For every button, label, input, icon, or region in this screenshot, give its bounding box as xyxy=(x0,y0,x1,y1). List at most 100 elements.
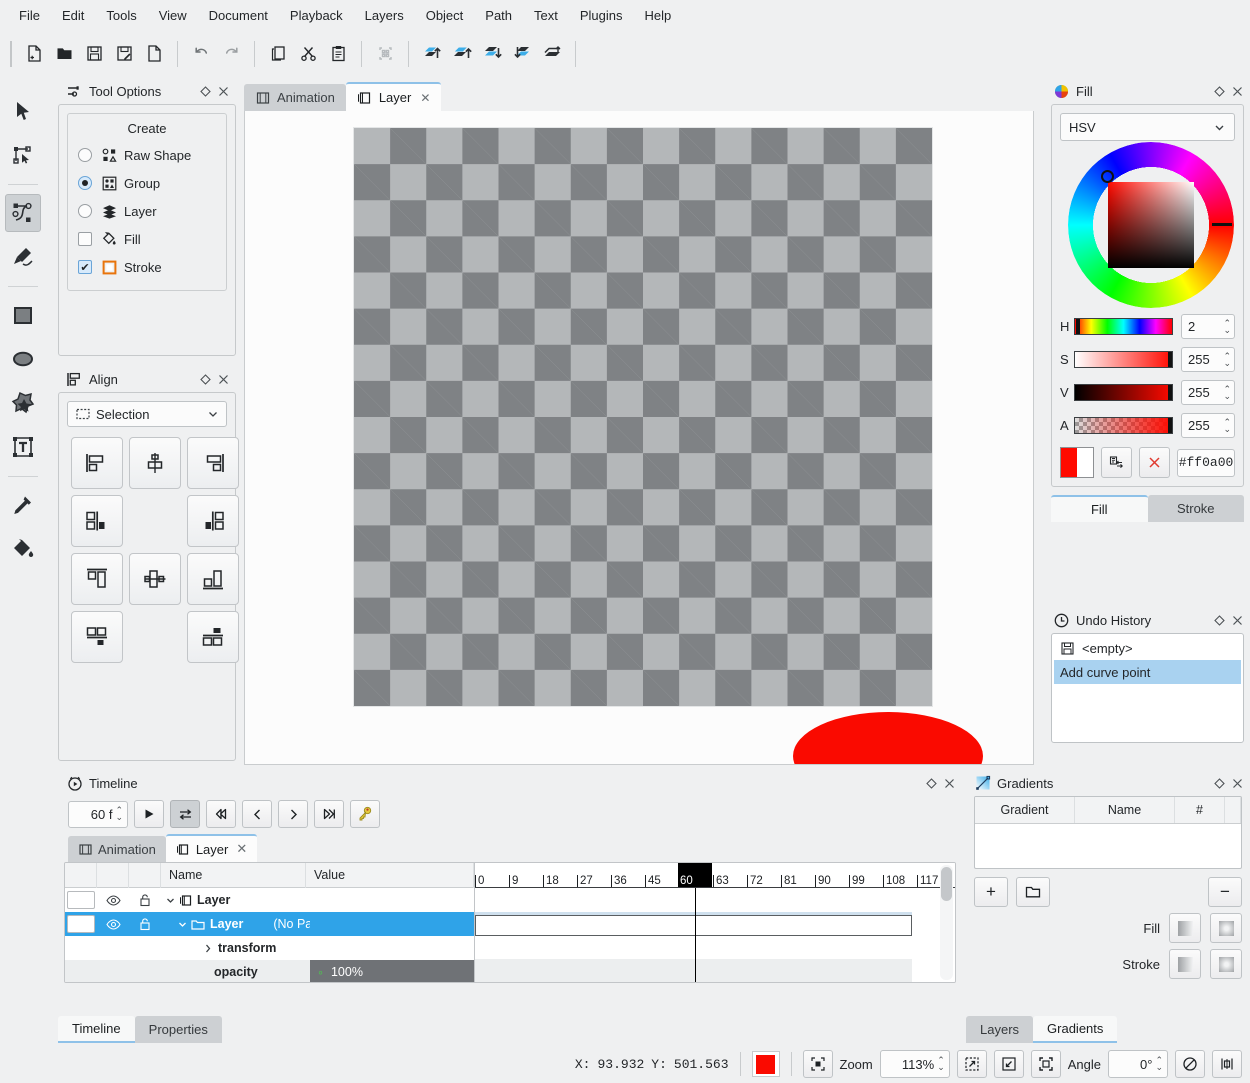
alpha-slider-knob[interactable] xyxy=(1168,418,1172,433)
saturation-slider-knob[interactable] xyxy=(1168,352,1172,367)
hue-spinbox[interactable]: 2 ⌃ ⌄ xyxy=(1181,314,1235,339)
align-top-edges-button[interactable] xyxy=(71,553,123,605)
pen-tool[interactable] xyxy=(5,194,41,232)
close-icon[interactable] xyxy=(214,82,232,100)
align-left-edges-button[interactable] xyxy=(71,437,123,489)
timeline-ruler[interactable]: 0 9 18 27 36 45 60 63 72 81 90 99 108 11… xyxy=(475,863,955,888)
save-button[interactable] xyxy=(79,39,109,69)
raise-button[interactable] xyxy=(447,39,477,69)
float-panel-button[interactable] xyxy=(922,774,940,792)
timeline-track-area[interactable]: 0 9 18 27 36 45 60 63 72 81 90 99 108 11… xyxy=(475,863,955,982)
list-item[interactable]: Add curve point xyxy=(1054,660,1241,684)
save-as-button[interactable] xyxy=(109,39,139,69)
fit-selection-button[interactable] xyxy=(802,1050,833,1078)
artboard[interactable] xyxy=(354,128,932,706)
export-button[interactable] xyxy=(139,39,169,69)
zoom-spinbox[interactable]: 113% ⌃ ⌄ xyxy=(879,1050,950,1078)
close-icon[interactable] xyxy=(1228,774,1246,792)
option-raw-shape[interactable]: Raw Shape xyxy=(78,141,216,169)
next-frame-button[interactable] xyxy=(278,800,308,828)
add-gradient-button[interactable]: + xyxy=(974,877,1008,907)
raw-shape-radio[interactable] xyxy=(78,148,92,162)
align-right-to-left-button[interactable] xyxy=(187,495,239,547)
align-left-to-right-button[interactable] xyxy=(71,495,123,547)
value-slider-knob[interactable] xyxy=(1168,385,1172,400)
lower-to-bottom-button[interactable] xyxy=(507,39,537,69)
option-group[interactable]: Group xyxy=(78,169,216,197)
table-row[interactable]: opacity ◦ 100% xyxy=(65,960,474,982)
menu-help[interactable]: Help xyxy=(634,4,683,27)
align-vertical-center-button[interactable] xyxy=(129,553,181,605)
text-tool[interactable] xyxy=(5,428,41,466)
saturation-spinbox[interactable]: 255 ⌃ ⌄ xyxy=(1181,347,1235,372)
collapse-chevron-icon[interactable] xyxy=(203,943,214,954)
menu-object[interactable]: Object xyxy=(415,4,475,27)
tab-layers[interactable]: Layers xyxy=(966,1016,1034,1043)
frame-count-spinbox[interactable]: 60 f ⌃ ⌄ xyxy=(68,800,128,828)
ellipse-shape[interactable] xyxy=(793,712,983,764)
menu-plugins[interactable]: Plugins xyxy=(569,4,634,27)
float-panel-button[interactable] xyxy=(1210,611,1228,629)
table-row[interactable]: Layer xyxy=(65,888,474,912)
saturation-slider[interactable] xyxy=(1074,351,1173,368)
zoom-fit-button[interactable] xyxy=(956,1050,987,1078)
tab-timeline[interactable]: Timeline xyxy=(58,1016,135,1043)
tab-close-icon[interactable]: ✕ xyxy=(236,841,247,857)
menu-file[interactable]: File xyxy=(8,4,51,27)
select-all-button[interactable] xyxy=(370,39,400,69)
zoom-page-button[interactable] xyxy=(1030,1050,1061,1078)
sv-cursor[interactable] xyxy=(1101,170,1114,183)
star-tool[interactable] xyxy=(5,384,41,422)
menu-document[interactable]: Document xyxy=(198,4,279,27)
cut-button[interactable] xyxy=(293,39,323,69)
node-edit-tool[interactable] xyxy=(5,136,41,174)
move-to-layer-button[interactable] xyxy=(537,39,567,69)
raise-to-top-button[interactable] xyxy=(417,39,447,69)
spin-arrows-icon[interactable]: ⌃ ⌄ xyxy=(937,1056,945,1072)
table-row[interactable]: transform xyxy=(65,936,474,960)
timeline-scrollbar-thumb[interactable] xyxy=(941,867,952,901)
spin-arrows-icon[interactable]: ⌃ ⌄ xyxy=(1155,1056,1163,1072)
tab-animation[interactable]: Animation xyxy=(244,84,346,111)
fill-linear-gradient-button[interactable] xyxy=(1169,913,1201,943)
lock-toggle[interactable] xyxy=(129,912,161,936)
option-stroke[interactable]: ✔ Stroke xyxy=(78,253,216,281)
playhead-marker[interactable]: 60 xyxy=(678,863,712,887)
color-wheel[interactable] xyxy=(1060,142,1240,309)
current-color-indicator[interactable] xyxy=(751,1051,780,1077)
flip-button[interactable] xyxy=(1175,1050,1205,1078)
value-spinbox[interactable]: 255 ⌃ ⌄ xyxy=(1181,380,1235,405)
option-fill[interactable]: Fill xyxy=(78,225,216,253)
keyframe-button[interactable] xyxy=(350,800,380,828)
pencil-draw-tool[interactable] xyxy=(5,238,41,276)
first-frame-button[interactable] xyxy=(206,800,236,828)
align-bottom-to-top-button[interactable] xyxy=(187,611,239,663)
undo-button[interactable] xyxy=(186,39,216,69)
tab-gradients[interactable]: Gradients xyxy=(1033,1016,1118,1043)
lock-toggle[interactable] xyxy=(129,888,161,912)
menu-playback[interactable]: Playback xyxy=(279,4,354,27)
float-panel-button[interactable] xyxy=(196,370,214,388)
close-icon[interactable] xyxy=(1228,82,1246,100)
spin-arrows-icon[interactable]: ⌃ ⌄ xyxy=(1223,318,1231,334)
option-layer[interactable]: Layer xyxy=(78,197,216,225)
stroke-radial-gradient-button[interactable] xyxy=(1210,949,1242,979)
hue-marker[interactable] xyxy=(1212,223,1232,226)
hue-slider[interactable] xyxy=(1074,318,1173,335)
visibility-toggle[interactable] xyxy=(97,888,129,912)
swap-colors-button[interactable] xyxy=(1101,447,1132,478)
menu-path[interactable]: Path xyxy=(474,4,523,27)
spin-arrows-icon[interactable]: ⌃ ⌄ xyxy=(1223,384,1231,400)
layer-duration-bar[interactable] xyxy=(475,915,912,936)
menu-tools[interactable]: Tools xyxy=(95,4,147,27)
tab-fill[interactable]: Fill xyxy=(1051,495,1148,522)
copy-button[interactable] xyxy=(263,39,293,69)
gradients-table[interactable]: Gradient Name # xyxy=(974,796,1242,869)
toolbar-grip[interactable] xyxy=(10,40,12,67)
eyedropper-tool[interactable] xyxy=(5,486,41,524)
snapping-button[interactable] xyxy=(1212,1050,1242,1078)
close-icon[interactable] xyxy=(214,370,232,388)
value-slider[interactable] xyxy=(1074,384,1173,401)
layer-radio[interactable] xyxy=(78,204,92,218)
timeline-tab-animation[interactable]: Animation xyxy=(68,836,166,862)
